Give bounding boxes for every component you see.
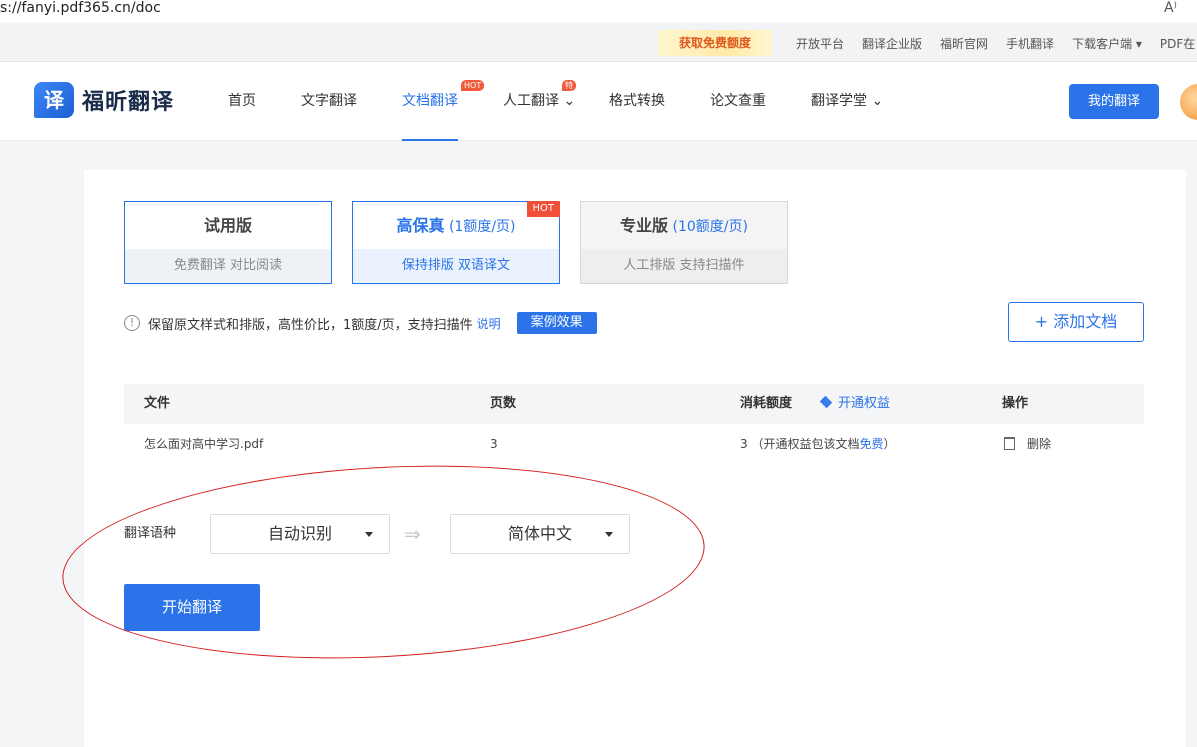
hot-badge: HOT bbox=[526, 201, 560, 217]
special-price-tag: 特价 bbox=[562, 80, 576, 101]
table-row: 怎么面对高中学习.pdf 3 3 （开通权益包该文档免费） 删除 bbox=[124, 424, 1144, 464]
address-bar[interactable]: s://fanyi.pdf365.cn/doc A⁾ bbox=[0, 0, 1197, 22]
nav-item-home[interactable]: 首页 bbox=[228, 62, 256, 141]
logo-icon: 译 bbox=[34, 82, 74, 118]
free-quota-promo[interactable]: 获取免费额度 bbox=[658, 30, 772, 56]
free-link[interactable]: 免费 bbox=[859, 437, 883, 451]
info-text: 保留原文样式和排版，高性价比，1额度/页，支持扫描件 bbox=[148, 317, 473, 333]
link-enterprise[interactable]: 翻译企业版 bbox=[862, 35, 922, 52]
target-language-select[interactable]: 简体中文 bbox=[450, 514, 630, 554]
info-link[interactable]: 说明 bbox=[477, 315, 501, 332]
utility-links: 开放平台 翻译企业版 福昕官网 手机翻译 下载客户端 ▾ PDF在 bbox=[796, 24, 1197, 62]
version-info: ! 保留原文样式和排版，高性价比，1额度/页，支持扫描件 说明 案例效果 bbox=[124, 311, 597, 335]
nav-item-doc-translate[interactable]: 文档翻译 bbox=[402, 62, 458, 141]
link-mobile[interactable]: 手机翻译 bbox=[1006, 35, 1054, 52]
link-official-site[interactable]: 福昕官网 bbox=[940, 35, 988, 52]
utility-bar: 获取免费额度 开放平台 翻译企业版 福昕官网 手机翻译 下载客户端 ▾ PDF在 bbox=[0, 24, 1197, 62]
main-nav: 译 福昕翻译 首页 文字翻译 文档翻译 HOT 人工翻译 ⌄ 特价 格式转换 论… bbox=[0, 62, 1197, 141]
version-card-high-fidelity[interactable]: HOT 高保真 (1额度/页) 保持排版 双语译文 bbox=[352, 201, 560, 284]
version-price: (10额度/页) bbox=[668, 219, 748, 235]
version-card-trial[interactable]: 试用版 免费翻译 对比阅读 bbox=[124, 201, 332, 284]
cost-cell: 3 （开通权益包该文档免费） bbox=[740, 437, 896, 451]
version-features: 人工排版 支持扫描件 bbox=[581, 249, 787, 283]
swap-arrow-icon: ⇒ bbox=[404, 522, 421, 546]
version-title: 试用版 bbox=[203, 216, 252, 235]
url-text: s://fanyi.pdf365.cn/doc bbox=[0, 0, 161, 16]
logo-text: 福昕翻译 bbox=[82, 90, 175, 115]
version-price: (1额度/页) bbox=[444, 219, 516, 235]
info-icon: ! bbox=[124, 315, 140, 331]
header-file: 文件 bbox=[144, 396, 171, 411]
file-name: 怎么面对高中学习.pdf bbox=[144, 437, 264, 451]
link-pdf[interactable]: PDF在 bbox=[1160, 35, 1195, 52]
nav-item-text-translate[interactable]: 文字翻译 bbox=[301, 62, 357, 141]
version-title: 专业版 (10额度/页) bbox=[581, 202, 787, 250]
caret-down-icon bbox=[365, 532, 373, 537]
header-cost: 消耗额度 bbox=[740, 396, 793, 411]
link-open-platform[interactable]: 开放平台 bbox=[796, 35, 844, 52]
nav-item-format-convert[interactable]: 格式转换 bbox=[609, 62, 665, 141]
my-translation-button[interactable]: 我的翻译 bbox=[1069, 84, 1159, 119]
page-count: 3 bbox=[490, 437, 498, 451]
content-panel: 试用版 免费翻译 对比阅读 HOT 高保真 (1额度/页) 保持排版 双语译文 … bbox=[84, 170, 1186, 747]
version-features: 保持排版 双语译文 bbox=[353, 249, 559, 283]
version-card-professional[interactable]: 专业版 (10额度/页) 人工排版 支持扫描件 bbox=[580, 201, 788, 284]
hot-tag: HOT bbox=[461, 80, 485, 91]
caret-down-icon bbox=[605, 532, 613, 537]
logo[interactable]: 译 福昕翻译 bbox=[34, 82, 174, 118]
read-aloud-icon[interactable]: A⁾ bbox=[1164, 0, 1177, 16]
case-effect-button[interactable]: 案例效果 bbox=[516, 312, 597, 334]
header-pages: 页数 bbox=[490, 396, 517, 411]
diamond-icon bbox=[819, 395, 833, 409]
version-features: 免费翻译 对比阅读 bbox=[125, 249, 331, 283]
add-document-button[interactable]: + 添加文档 bbox=[1008, 302, 1144, 342]
vip-link[interactable]: 开通权益 bbox=[819, 384, 890, 424]
trash-icon bbox=[1004, 437, 1015, 450]
nav-item-plagiarism-check[interactable]: 论文查重 bbox=[710, 62, 766, 141]
language-label: 翻译语种 bbox=[124, 526, 177, 541]
delete-button[interactable]: 删除 bbox=[1004, 424, 1051, 464]
header-action: 操作 bbox=[1002, 396, 1029, 411]
table-header: 文件 页数 消耗额度 开通权益 操作 bbox=[124, 384, 1144, 424]
link-download-client[interactable]: 下载客户端 ▾ bbox=[1072, 35, 1142, 52]
avatar[interactable] bbox=[1180, 84, 1197, 120]
nav-item-academy[interactable]: 翻译学堂 ⌄ bbox=[811, 62, 883, 141]
source-language-select[interactable]: 自动识别 bbox=[210, 514, 390, 554]
start-translation-button[interactable]: 开始翻译 bbox=[124, 584, 260, 631]
